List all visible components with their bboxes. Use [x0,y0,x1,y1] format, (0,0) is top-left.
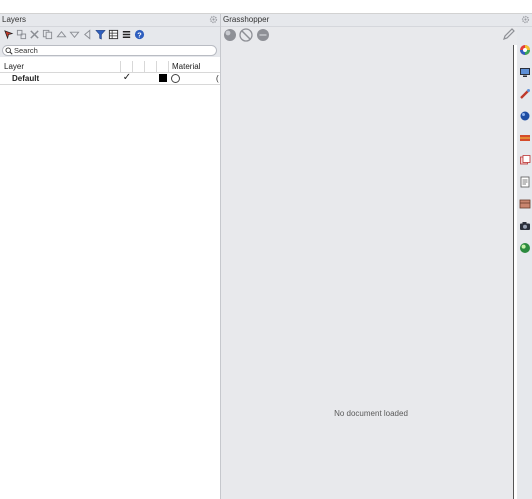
preview-disabled-icon[interactable] [239,28,253,42]
layers-panel: Layers ? Search Layer Material Default ✓… [0,14,220,499]
layers-panel-titlebar: Layers [0,14,220,27]
ground-plane-icon[interactable] [519,132,531,144]
move-down-icon[interactable] [69,29,80,40]
delete-icon[interactable] [29,29,40,40]
search-icon [5,47,13,55]
layers-panel-title: Layers [2,15,27,24]
layer-color-swatch[interactable] [159,74,167,82]
column-header-material[interactable]: Material [169,61,220,72]
pencil-icon[interactable] [502,27,516,41]
current-layer-check[interactable]: ✓ [121,73,133,84]
empty-state-message: No document loaded [334,409,408,418]
search-input[interactable] [14,46,204,55]
move-up-icon[interactable] [56,29,67,40]
filter-icon[interactable] [95,29,106,40]
layers-table: Layer Material Default ✓ ( [0,61,220,85]
gear-icon[interactable] [521,15,530,24]
new-layer-icon[interactable] [3,29,14,40]
color-wheel-icon[interactable] [519,44,531,56]
help-icon[interactable]: ? [134,29,145,40]
layer-material-cell[interactable]: ( [169,73,220,84]
menu-icon[interactable] [121,29,132,40]
table-row[interactable]: Default ✓ ( [0,73,220,85]
grasshopper-panel-titlebar: Grasshopper [221,14,532,27]
truncated-column-text: ( [216,74,219,83]
layer-name[interactable]: Default [0,73,121,84]
sun-icon[interactable] [519,154,531,166]
environment-icon[interactable] [519,110,531,122]
column-header-layer[interactable]: Layer [0,61,121,72]
move-left-icon[interactable] [82,29,93,40]
layers-table-header: Layer Material [0,61,220,73]
display-icon[interactable] [519,66,531,78]
table-icon[interactable] [108,29,119,40]
column-header-lock[interactable] [145,61,157,72]
grasshopper-canvas[interactable]: No document loaded [221,45,513,499]
preview-selected-icon[interactable] [256,28,270,42]
column-header-visible[interactable] [133,61,145,72]
gear-icon[interactable] [209,15,218,24]
camera-icon[interactable] [519,220,531,232]
grasshopper-panel: Grasshopper No document loaded [221,14,532,499]
search-field[interactable] [2,45,217,56]
named-views-icon[interactable] [519,198,531,210]
checkmark-icon: ✓ [122,73,132,83]
render-icon[interactable] [519,88,531,100]
layer-color-cell[interactable] [157,73,169,84]
column-header-color[interactable] [157,61,169,72]
right-tab-strip [517,27,532,499]
svg-text:?: ? [137,30,142,39]
grasshopper-toolbar [221,27,511,45]
notes-icon[interactable] [519,176,531,188]
column-header-current[interactable] [121,61,133,72]
materials-icon[interactable] [519,242,531,254]
preview-shaded-icon[interactable] [223,28,237,42]
copy-icon[interactable] [42,29,53,40]
new-sublayer-icon[interactable] [16,29,27,40]
layers-toolbar: ? [0,27,220,57]
window-top-strip [0,0,532,14]
grasshopper-panel-title: Grasshopper [223,15,270,24]
material-circle-icon[interactable] [171,74,180,83]
